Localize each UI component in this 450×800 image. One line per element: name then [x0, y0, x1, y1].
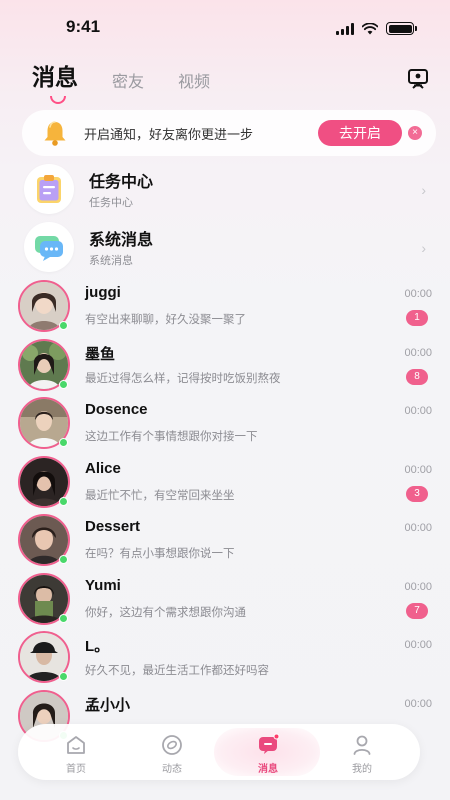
chat-time: 00:00 — [404, 698, 432, 710]
task-center-row[interactable]: 任务中心 任务中心 › — [0, 162, 450, 220]
chevron-right-icon: › — [421, 240, 426, 256]
chat-bubble-icon — [24, 222, 74, 272]
nav-messages-label: 消息 — [258, 764, 278, 775]
chat-name: juggi — [85, 284, 121, 301]
wifi-icon — [362, 22, 378, 34]
avatar — [18, 280, 70, 332]
chat-name: Dessert — [85, 518, 141, 535]
chat-item-alice[interactable]: Alice 最近忙不忙，有空常回来坐坐 00:00 3 — [0, 456, 450, 514]
avatar — [18, 573, 70, 625]
unread-badge: 1 — [406, 310, 428, 326]
avatar — [18, 456, 70, 508]
chat-name: 墨鱼 — [85, 346, 116, 363]
chat-time: 00:00 — [404, 405, 432, 417]
chat-name: Dosence — [85, 401, 148, 418]
online-indicator — [59, 555, 68, 564]
avatar — [18, 631, 70, 683]
notification-banner: 开启通知，好友离你更进一步 去开启 × — [22, 110, 436, 156]
task-center-subtitle: 任务中心 — [89, 197, 133, 209]
online-indicator — [59, 321, 68, 330]
unread-badge: 3 — [406, 486, 428, 502]
chat-preview: 这边工作有个事情想跟你对接一下 — [85, 431, 258, 443]
chat-item-dessert[interactable]: Dessert 在吗？有点小事想跟你说一下 00:00 — [0, 514, 450, 572]
system-messages-row[interactable]: 系统消息 系统消息 › — [0, 220, 450, 278]
tab-messages[interactable]: 消息 — [32, 58, 78, 104]
notification-text: 开启通知，好友离你更进一步 — [84, 127, 254, 142]
chat-preview: 最近过得怎么样，记得按时吃饭别熬夜 — [85, 373, 281, 385]
online-indicator — [59, 380, 68, 389]
chat-item-yumi[interactable]: Yumi 你好，这边有个需求想跟你沟通 00:00 7 — [0, 573, 450, 631]
chat-preview: 在吗？有点小事想跟你说一下 — [85, 548, 235, 560]
online-indicator — [59, 672, 68, 681]
online-indicator — [59, 614, 68, 623]
chat-time: 00:00 — [404, 639, 432, 651]
bottom-nav: 首页 动态 消息 我的 — [18, 724, 420, 780]
chat-time: 00:00 — [404, 522, 432, 534]
chevron-right-icon: › — [421, 182, 426, 198]
status-icons — [336, 22, 417, 35]
close-banner-icon[interactable]: × — [408, 126, 422, 140]
chat-item-l[interactable]: L。 好久不见，最近生活工作都还好吗容 00:00 — [0, 631, 450, 689]
chat-name: 孟小小 — [85, 697, 131, 714]
chat-time: 00:00 — [404, 464, 432, 476]
status-bar: 9:41 — [0, 0, 450, 50]
chat-item-juggi[interactable]: juggi 有空出来聊聊，好久没聚一聚了 00:00 1 — [0, 280, 450, 338]
nav-moments[interactable]: 动态 — [132, 724, 212, 780]
task-center-title: 任务中心 — [89, 174, 154, 191]
nav-moments-label: 动态 — [162, 764, 182, 775]
chat-time: 00:00 — [404, 347, 432, 359]
nav-profile-label: 我的 — [352, 764, 372, 775]
chat-item-dosence[interactable]: Dosence 这边工作有个事情想跟你对接一下 00:00 — [0, 397, 450, 455]
chat-preview: 最近忙不忙，有空常回来坐坐 — [85, 490, 235, 502]
profile-icon — [353, 735, 371, 755]
avatar — [18, 339, 70, 391]
unread-badge: 8 — [406, 369, 428, 385]
chat-preview: 好久不见，最近生活工作都还好吗容 — [85, 665, 269, 677]
bell-icon — [44, 121, 66, 146]
tab-close-friends[interactable]: 密友 — [112, 68, 144, 96]
nav-messages[interactable]: 消息 — [228, 724, 308, 780]
home-icon — [67, 736, 85, 754]
nav-home[interactable]: 首页 — [36, 724, 116, 780]
contacts-book-icon[interactable] — [406, 68, 430, 90]
chat-item-moyu[interactable]: 墨鱼 最近过得怎么样，记得按时吃饭别熬夜 00:00 8 — [0, 339, 450, 397]
signal-icon — [336, 22, 354, 35]
chat-time: 00:00 — [404, 288, 432, 300]
chat-preview: 有空出来聊聊，好久没聚一聚了 — [85, 314, 246, 326]
message-icon — [259, 733, 280, 754]
battery-icon — [386, 22, 417, 35]
avatar — [18, 514, 70, 566]
chat-time: 00:00 — [404, 581, 432, 593]
chat-preview: 你好，这边有个需求想跟你沟通 — [85, 607, 246, 619]
chat-name: Yumi — [85, 577, 121, 594]
unread-badge: 7 — [406, 603, 428, 619]
task-clipboard-icon — [24, 164, 74, 214]
top-tabs: 消息 密友 视频 — [32, 58, 244, 104]
online-indicator — [59, 438, 68, 447]
avatar — [18, 397, 70, 449]
system-messages-title: 系统消息 — [89, 232, 154, 249]
system-messages-subtitle: 系统消息 — [89, 255, 133, 267]
online-indicator — [59, 497, 68, 506]
nav-home-label: 首页 — [66, 764, 86, 775]
nav-profile[interactable]: 我的 — [322, 724, 402, 780]
tab-videos[interactable]: 视频 — [178, 68, 210, 96]
chat-name: L。 — [85, 638, 110, 655]
status-time: 9:41 — [66, 17, 101, 36]
enable-notification-button[interactable]: 去开启 — [318, 120, 402, 146]
chat-name: Alice — [85, 460, 121, 477]
moments-icon — [162, 735, 182, 755]
